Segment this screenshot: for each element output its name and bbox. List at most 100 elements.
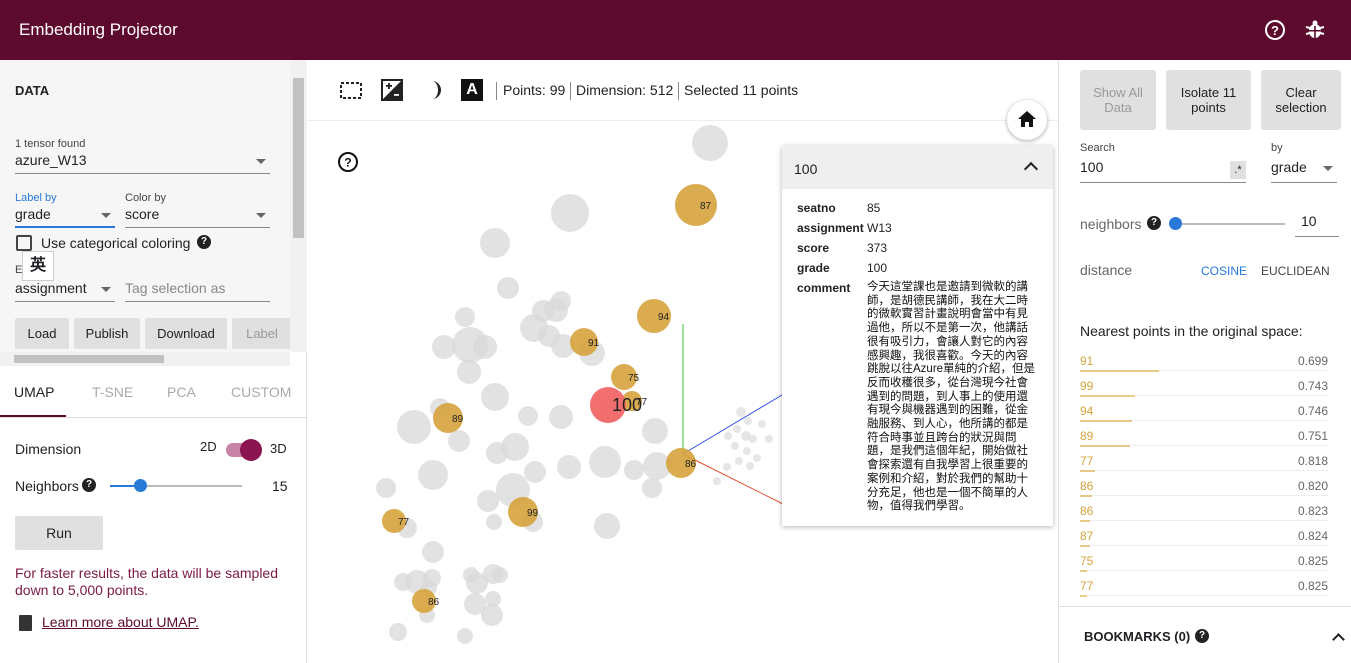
field-value: 85 [867,201,881,215]
nearest-row[interactable]: 77 0.825 [1080,579,1328,604]
labels-toggle-icon[interactable]: A [461,79,483,101]
help-icon[interactable]: ? [337,151,359,173]
data-point [723,463,731,471]
nearest-row[interactable]: 86 0.820 [1080,479,1328,504]
euclidean-button[interactable]: EUCLIDEAN [1261,264,1330,278]
data-section-title: DATA [15,83,50,98]
data-point [477,490,499,512]
point-label: 99 [527,508,539,519]
data-point [463,567,479,583]
tab-umap[interactable]: UMAP [14,384,54,400]
selected-count: Selected 11 points [684,82,799,98]
neighbors-slider[interactable] [1169,217,1285,230]
nearest-title: Nearest points in the original space: [1080,323,1303,339]
show-all-data-button[interactable]: Show All Data [1080,70,1156,130]
chevron-up-icon[interactable] [1023,161,1039,177]
nearest-distance: 0.746 [1297,404,1328,418]
scroll-thumb[interactable] [293,78,304,238]
night-mode-icon[interactable] [381,79,403,101]
metadata-card-header[interactable]: 100 [782,146,1053,189]
cosine-button[interactable]: COSINE [1201,264,1247,278]
toolbar-separator [570,82,571,100]
edit-by-select[interactable]: assignment [15,280,115,302]
tensor-count: 1 tensor found [15,138,86,150]
svg-text:?: ? [1271,23,1279,38]
nearest-label: 77 [1080,454,1094,468]
selected-point-label: 100 [612,395,642,415]
label-button[interactable]: Label [232,318,290,349]
data-point [765,435,773,443]
slider-knob[interactable] [134,479,147,492]
data-point [594,513,620,539]
bar-track [1080,570,1328,571]
scroll-thumb[interactable] [14,355,164,363]
nearest-row[interactable]: 99 0.743 [1080,379,1328,404]
field-value: 373 [867,241,888,255]
ime-indicator: 英 [22,251,54,281]
data-point [376,478,396,498]
neighbors-slider[interactable] [110,479,242,492]
neighbors-input[interactable]: 10 [1295,213,1339,237]
data-point [473,335,497,359]
home-button[interactable] [1007,100,1047,140]
categorical-checkbox[interactable] [16,235,32,251]
help-icon[interactable]: ? [82,478,96,492]
help-icon[interactable]: ? [1263,18,1287,42]
nearest-row[interactable]: 87 0.824 [1080,529,1328,554]
select-region-icon[interactable] [340,80,362,100]
download-button[interactable]: Download [145,318,227,349]
publish-button[interactable]: Publish [74,318,140,349]
dimension-count: Dimension: 512 [576,82,674,98]
similarity-bar [1080,470,1095,472]
isolate-points-button[interactable]: Isolate 11 points [1166,70,1251,130]
data-point [589,446,621,478]
toggle-knob[interactable] [240,439,262,461]
nearest-row[interactable]: 86 0.823 [1080,504,1328,529]
slider-knob[interactable] [1169,217,1182,230]
chevron-up-icon[interactable] [1332,633,1345,646]
learn-more-link[interactable]: Learn more about UMAP. [42,614,199,630]
search-input[interactable]: 100 .* [1080,159,1246,183]
nearest-distance: 0.751 [1297,429,1328,443]
data-panel: DATA 1 tensor found azure_W13 Label by g… [0,60,290,352]
nearest-row[interactable]: 75 0.825 [1080,554,1328,579]
by-label: by [1271,142,1283,154]
comment-text: 今天這堂課也是邀請到微軟的講師，是胡德民講師，我在大二時的微軟實習計畫說明會當中… [867,281,1036,513]
help-icon[interactable]: ? [1147,216,1161,230]
nearest-row[interactable]: 91 0.699 [1080,354,1328,379]
nearest-label: 87 [1080,529,1094,543]
app-header: Embedding Projector ? [0,0,1351,60]
field-key: grade [797,261,830,275]
regex-toggle[interactable]: .* [1230,161,1246,179]
load-button[interactable]: Load [15,318,69,349]
bookmarks-panel[interactable]: BOOKMARKS (0) ? [1059,606,1351,663]
data-point [497,277,519,299]
data-panel-hscroll[interactable] [0,352,290,366]
data-point [733,425,741,433]
nearest-row[interactable]: 94 0.746 [1080,404,1328,429]
tab-pca[interactable]: PCA [167,384,196,400]
help-icon[interactable]: ? [1195,629,1209,643]
tag-selection-input[interactable]: Tag selection as [125,280,270,302]
data-point [418,460,448,490]
help-icon[interactable]: ? [197,235,211,249]
nearest-distance: 0.825 [1297,579,1328,593]
svg-text:?: ? [344,156,351,170]
tensor-select[interactable]: azure_W13 [15,152,270,174]
metadata-card-title: 100 [794,161,818,177]
run-button[interactable]: Run [15,516,103,550]
search-by-select[interactable]: grade [1271,159,1337,183]
dimension-toggle[interactable] [226,439,262,461]
nearest-row[interactable]: 89 0.751 [1080,429,1328,454]
data-panel-vscroll[interactable] [290,60,307,352]
nearest-row[interactable]: 77 0.818 [1080,454,1328,479]
similarity-bar [1080,570,1087,572]
label-by-select[interactable]: grade [15,206,115,228]
tab-tsne[interactable]: T-SNE [92,384,133,400]
half-moon-icon[interactable] [421,79,443,101]
color-by-select[interactable]: score [125,206,270,228]
tab-custom[interactable]: CUSTOM [231,384,291,400]
data-point [486,514,502,530]
bug-icon[interactable] [1303,18,1327,42]
clear-selection-button[interactable]: Clear selection [1261,70,1341,130]
